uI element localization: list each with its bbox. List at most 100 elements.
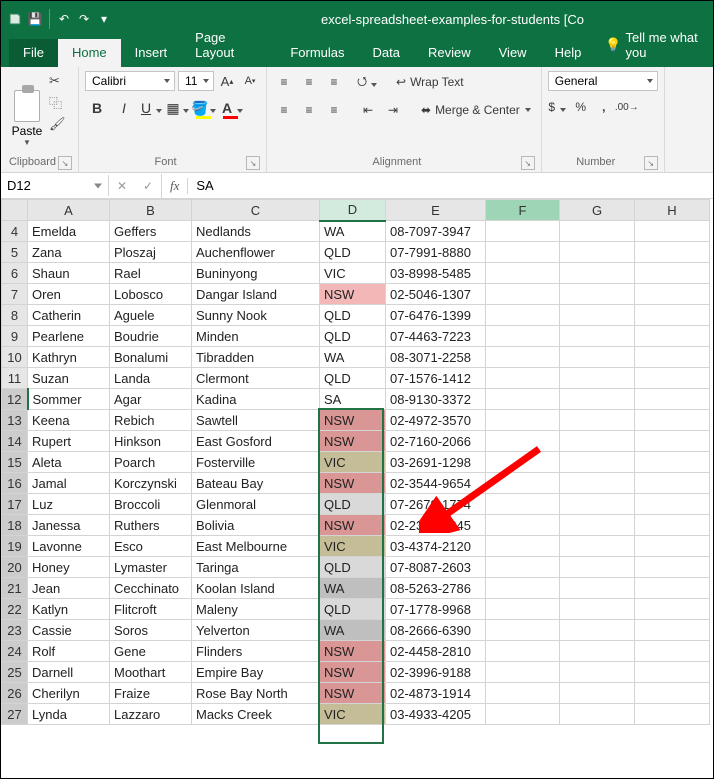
cell[interactable]: 02-3544-9654 xyxy=(386,473,486,494)
cell[interactable]: Flinders xyxy=(192,641,320,662)
align-left-icon[interactable]: ≡ xyxy=(273,99,295,121)
row-header[interactable]: 24 xyxy=(2,641,28,662)
tab-insert[interactable]: Insert xyxy=(121,39,182,67)
redo-icon[interactable]: ↷ xyxy=(76,11,92,27)
fill-color-button[interactable]: 🪣 xyxy=(193,97,217,119)
row-header[interactable]: 20 xyxy=(2,557,28,578)
table-row[interactable]: 7OrenLoboscoDangar IslandNSW02-5046-1307 xyxy=(2,284,710,305)
comma-format-button[interactable]: , xyxy=(594,97,614,117)
percent-format-button[interactable]: % xyxy=(571,97,591,117)
cell[interactable]: Lymaster xyxy=(110,557,192,578)
cell[interactable] xyxy=(635,683,710,704)
cell[interactable]: Kadina xyxy=(192,389,320,410)
cell[interactable]: Cecchinato xyxy=(110,578,192,599)
row-header[interactable]: 4 xyxy=(2,221,28,242)
cell[interactable] xyxy=(486,704,560,725)
cell[interactable]: Keena xyxy=(28,410,110,431)
cell[interactable]: Lazzaro xyxy=(110,704,192,725)
cell[interactable] xyxy=(486,662,560,683)
spreadsheet-grid[interactable]: ABCDEFGH 4EmeldaGeffersNedlandsWA08-7097… xyxy=(1,199,713,725)
cell[interactable]: Landa xyxy=(110,368,192,389)
cell[interactable]: 07-4463-7223 xyxy=(386,326,486,347)
cell[interactable] xyxy=(635,242,710,263)
table-row[interactable]: 12SommerAgarKadinaSA08-9130-3372 xyxy=(2,389,710,410)
cell[interactable] xyxy=(486,242,560,263)
cell[interactable]: QLD xyxy=(320,599,386,620)
cell[interactable]: Aleta xyxy=(28,452,110,473)
number-dialog-launcher[interactable]: ↘ xyxy=(644,156,658,170)
cell[interactable]: Flitcroft xyxy=(110,599,192,620)
cell[interactable] xyxy=(486,536,560,557)
cell[interactable] xyxy=(560,326,635,347)
cell[interactable]: 08-5263-2786 xyxy=(386,578,486,599)
cell[interactable] xyxy=(486,368,560,389)
cell[interactable] xyxy=(560,368,635,389)
cell[interactable]: QLD xyxy=(320,368,386,389)
cell[interactable]: Maleny xyxy=(192,599,320,620)
cell[interactable]: 02-2367-6845 xyxy=(386,515,486,536)
cell[interactable]: Jamal xyxy=(28,473,110,494)
align-top-icon[interactable]: ≡ xyxy=(273,71,295,93)
cell[interactable]: NSW xyxy=(320,641,386,662)
cell[interactable]: Lavonne xyxy=(28,536,110,557)
cell[interactable]: Dangar Island xyxy=(192,284,320,305)
cell[interactable]: Fraize xyxy=(110,683,192,704)
cell[interactable]: QLD xyxy=(320,305,386,326)
cell[interactable]: 08-3071-2258 xyxy=(386,347,486,368)
cell[interactable]: Buninyong xyxy=(192,263,320,284)
cell[interactable]: Jean xyxy=(28,578,110,599)
row-header[interactable]: 11 xyxy=(2,368,28,389)
cell[interactable] xyxy=(635,431,710,452)
table-row[interactable]: 5ZanaPloszajAuchenflowerQLD07-7991-8880 xyxy=(2,242,710,263)
table-row[interactable]: 4EmeldaGeffersNedlandsWA08-7097-3947 xyxy=(2,221,710,242)
enter-icon[interactable]: ✓ xyxy=(135,174,161,198)
cell[interactable] xyxy=(635,704,710,725)
cell[interactable]: 07-1778-9968 xyxy=(386,599,486,620)
tab-page-layout[interactable]: Page Layout xyxy=(181,24,276,67)
cell[interactable]: Aguele xyxy=(110,305,192,326)
row-header[interactable]: 14 xyxy=(2,431,28,452)
cell[interactable] xyxy=(486,620,560,641)
wrap-text-button[interactable]: ↩Wrap Text xyxy=(391,73,469,91)
cell[interactable]: Bolivia xyxy=(192,515,320,536)
cell[interactable]: NSW xyxy=(320,515,386,536)
cell[interactable] xyxy=(635,578,710,599)
cell[interactable]: Clermont xyxy=(192,368,320,389)
cell[interactable]: Emelda xyxy=(28,221,110,242)
name-box[interactable]: D12 xyxy=(1,175,109,196)
cell[interactable]: Minden xyxy=(192,326,320,347)
cell[interactable]: Cherilyn xyxy=(28,683,110,704)
cell[interactable] xyxy=(635,389,710,410)
cut-icon[interactable]: ✂ xyxy=(49,73,69,89)
cell[interactable]: 08-2666-6390 xyxy=(386,620,486,641)
cell[interactable] xyxy=(560,431,635,452)
cell[interactable] xyxy=(486,326,560,347)
cell[interactable] xyxy=(635,662,710,683)
cell[interactable]: Luz xyxy=(28,494,110,515)
cell[interactable]: 03-4933-4205 xyxy=(386,704,486,725)
table-row[interactable]: 23CassieSorosYelvertonWA08-2666-6390 xyxy=(2,620,710,641)
table-row[interactable]: 13KeenaRebichSawtellNSW02-4972-3570 xyxy=(2,410,710,431)
cell[interactable]: Yelverton xyxy=(192,620,320,641)
table-row[interactable]: 24RolfGeneFlindersNSW02-4458-2810 xyxy=(2,641,710,662)
cell[interactable] xyxy=(635,347,710,368)
cell[interactable]: 03-8998-5485 xyxy=(386,263,486,284)
cell[interactable]: 07-2679-1774 xyxy=(386,494,486,515)
cell[interactable]: Zana xyxy=(28,242,110,263)
cell[interactable] xyxy=(486,557,560,578)
fx-icon[interactable]: fx xyxy=(162,178,188,194)
font-size-dropdown[interactable]: 11 xyxy=(178,71,214,91)
cell[interactable] xyxy=(560,494,635,515)
cell[interactable] xyxy=(560,284,635,305)
font-color-button[interactable]: A xyxy=(220,97,244,119)
cell[interactable]: QLD xyxy=(320,326,386,347)
tab-review[interactable]: Review xyxy=(414,39,485,67)
cell[interactable] xyxy=(635,284,710,305)
tab-file[interactable]: File xyxy=(9,39,58,67)
table-row[interactable]: 16JamalKorczynskiBateau BayNSW02-3544-96… xyxy=(2,473,710,494)
cell[interactable]: Moothart xyxy=(110,662,192,683)
cell[interactable]: Koolan Island xyxy=(192,578,320,599)
cell[interactable] xyxy=(486,221,560,242)
cell[interactable]: Nedlands xyxy=(192,221,320,242)
align-right-icon[interactable]: ≡ xyxy=(323,99,345,121)
